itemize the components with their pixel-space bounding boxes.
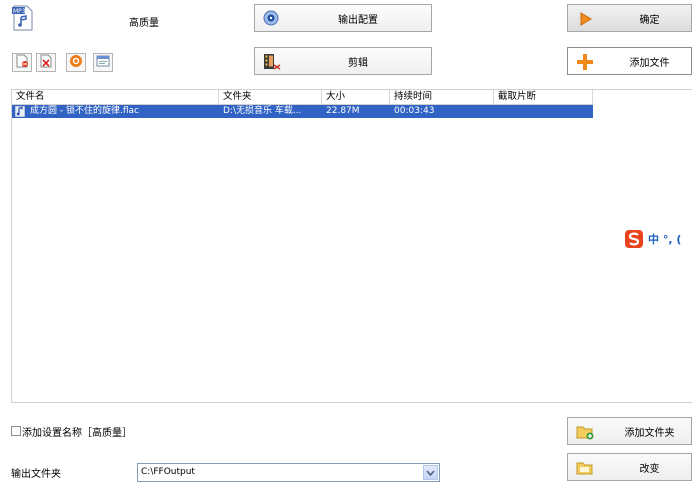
file-list[interactable]: 文件名 文件夹 大小 持续时间 截取片断 成方圆 - 锁不住的旋律.flac D… bbox=[11, 89, 692, 403]
remove-file-icon bbox=[15, 54, 29, 71]
clip-label: 剪辑 bbox=[348, 57, 368, 69]
chevron-down-icon[interactable] bbox=[423, 465, 438, 480]
ime-status-text: 中 °, ( bbox=[648, 233, 682, 246]
cell-size: 22.87M bbox=[326, 106, 360, 116]
arrow-right-icon bbox=[578, 11, 594, 27]
audio-file-icon bbox=[14, 105, 26, 118]
output-config-label: 输出配置 bbox=[338, 14, 378, 26]
clip-button[interactable]: 剪辑 bbox=[254, 47, 432, 75]
add-file-button[interactable]: 添加文件 bbox=[567, 47, 692, 75]
clear-list-button[interactable] bbox=[36, 53, 56, 72]
cell-folder: D:\无损音乐 车载... bbox=[223, 106, 302, 116]
settings-disc-icon bbox=[263, 10, 279, 26]
film-clip-icon bbox=[263, 53, 281, 71]
play-icon bbox=[69, 54, 83, 71]
play-button[interactable] bbox=[66, 53, 86, 72]
cell-filename: 成方圆 - 锁不住的旋律.flac bbox=[30, 106, 139, 116]
output-folder-label: 输出文件夹 bbox=[11, 469, 61, 480]
add-file-label: 添加文件 bbox=[629, 57, 670, 69]
output-folder-value: C:\FFOutput bbox=[141, 467, 195, 477]
add-folder-button[interactable]: 添加文件夹 bbox=[567, 417, 692, 445]
column-header-size[interactable]: 大小 bbox=[322, 90, 390, 104]
column-header-filename[interactable]: 文件名 bbox=[12, 90, 219, 104]
table-row[interactable]: 成方圆 - 锁不住的旋律.flac D:\无损音乐 车载... 22.87M 0… bbox=[12, 105, 593, 118]
folder-add-icon bbox=[576, 424, 594, 440]
svg-text:MP3: MP3 bbox=[13, 8, 26, 15]
column-header-duration[interactable]: 持续时间 bbox=[390, 90, 494, 104]
delete-file-icon bbox=[39, 54, 53, 71]
remove-file-button[interactable] bbox=[12, 53, 32, 72]
change-label: 改变 bbox=[639, 463, 660, 475]
change-button[interactable]: 改变 bbox=[567, 453, 692, 481]
folder-open-icon bbox=[576, 460, 594, 476]
column-header-folder[interactable]: 文件夹 bbox=[219, 90, 322, 104]
add-setting-checkbox[interactable] bbox=[11, 426, 21, 436]
preset-label: 高质量 bbox=[129, 18, 159, 29]
column-header-clip[interactable]: 截取片断 bbox=[494, 90, 593, 104]
info-window-icon bbox=[96, 54, 110, 71]
media-info-button[interactable] bbox=[93, 53, 113, 72]
confirm-button[interactable]: 确定 bbox=[567, 4, 692, 32]
mp3-file-icon: MP3 bbox=[12, 5, 34, 31]
output-folder-select[interactable]: C:\FFOutput bbox=[137, 463, 440, 482]
add-setting-label: 添加设置名称［高质量］ bbox=[22, 428, 132, 439]
confirm-label: 确定 bbox=[639, 14, 660, 26]
plus-icon bbox=[576, 53, 594, 71]
ime-toolbar[interactable]: 中 °, ( bbox=[625, 229, 692, 249]
add-folder-label: 添加文件夹 bbox=[624, 427, 675, 439]
sogou-s-icon bbox=[625, 230, 643, 248]
cell-duration: 00:03:43 bbox=[394, 106, 435, 116]
cell-clip bbox=[494, 105, 593, 118]
output-config-button[interactable]: 输出配置 bbox=[254, 4, 432, 32]
